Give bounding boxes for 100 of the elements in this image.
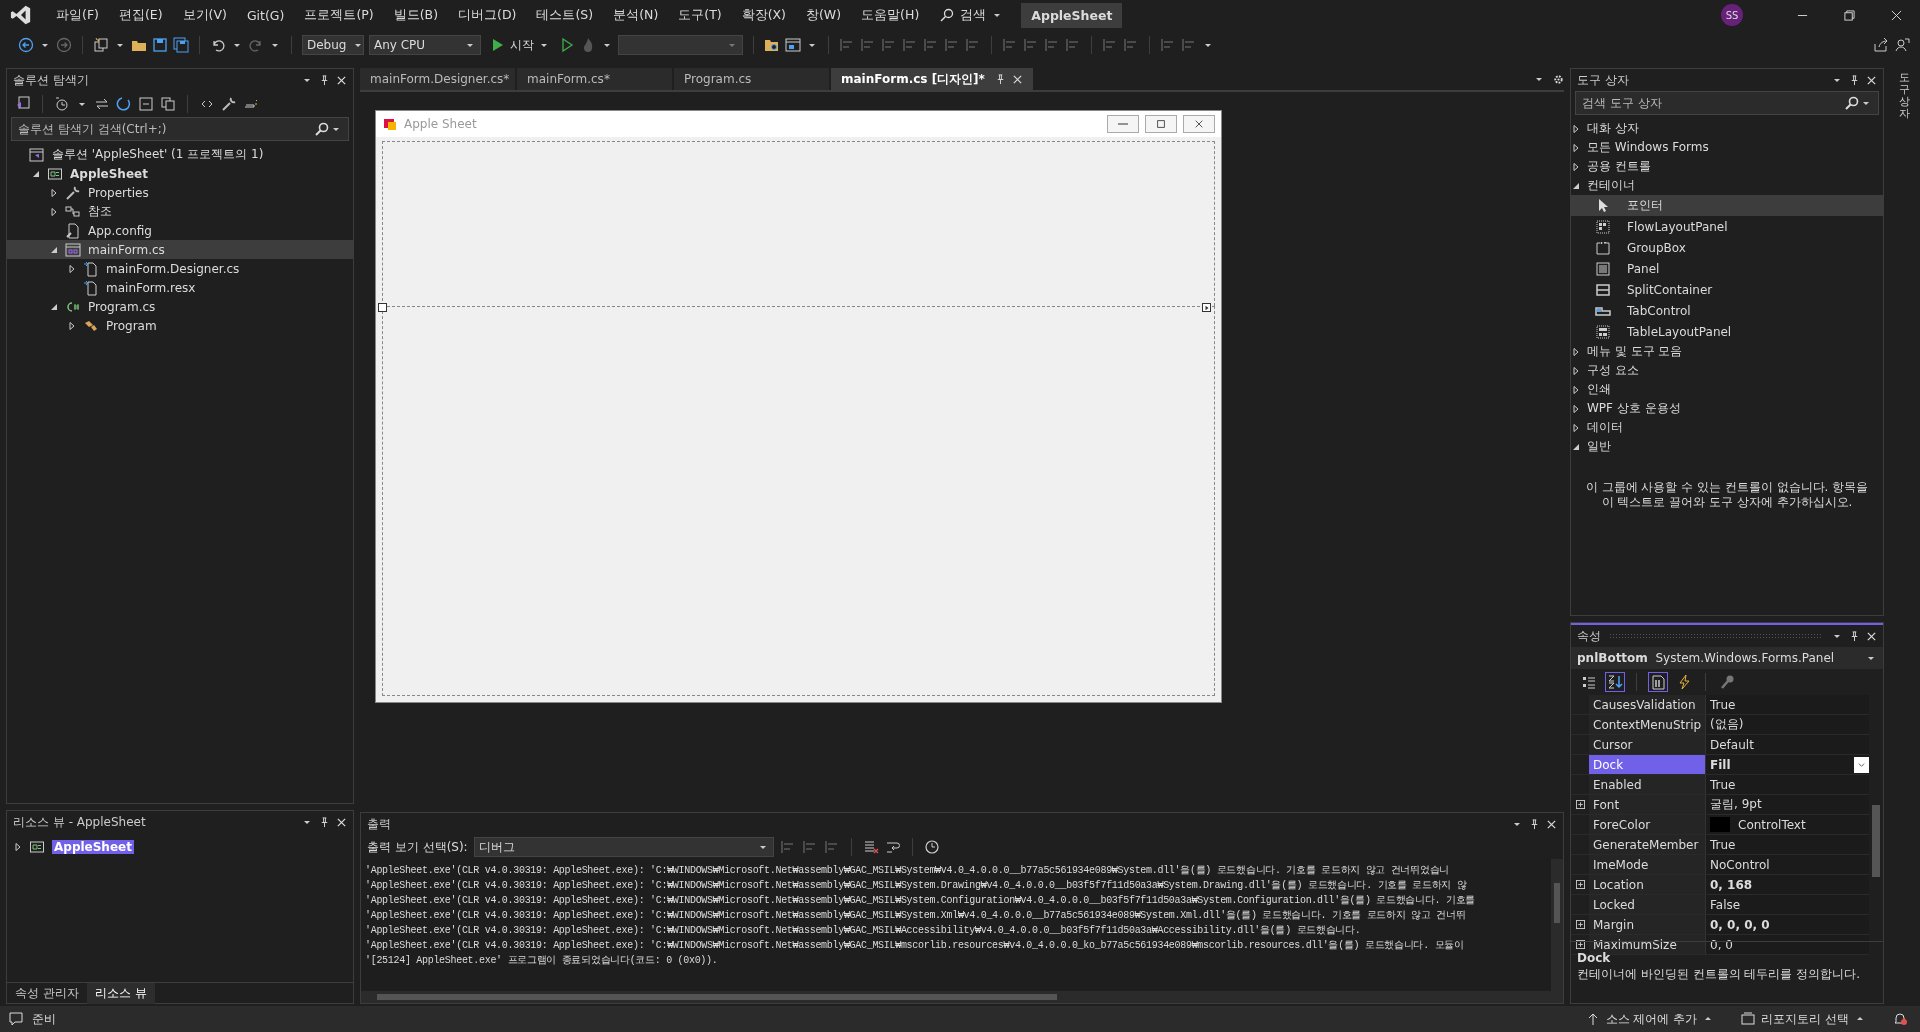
toolbox-item[interactable]: GroupBox [1627, 240, 1686, 255]
clock-icon[interactable] [923, 839, 940, 855]
search-icon[interactable] [314, 121, 330, 137]
folder-search-icon[interactable] [764, 37, 780, 53]
startup-item-dropdown[interactable] [618, 35, 743, 55]
back-icon[interactable] [18, 37, 34, 53]
caret-icon[interactable] [303, 818, 311, 826]
save-icon[interactable] [152, 37, 168, 53]
toolbox-category[interactable]: 인쇄 [1587, 381, 1611, 398]
property-name[interactable]: ContextMenuStrip [1589, 715, 1706, 734]
property-name[interactable]: Locked [1589, 895, 1706, 914]
history-icon[interactable] [54, 96, 70, 112]
property-name[interactable]: ImeMode [1589, 855, 1706, 874]
minimize-button[interactable] [1107, 115, 1139, 133]
collapsed-arrow-icon[interactable] [1571, 384, 1581, 395]
notification-icon[interactable] [1892, 1011, 1908, 1027]
toolbox-category[interactable]: WPF 상호 운용성 [1587, 400, 1681, 417]
caret-icon[interactable] [603, 41, 611, 49]
menu-item[interactable]: 도구(T) [668, 6, 732, 24]
caret-icon[interactable] [1204, 41, 1212, 49]
resize-handle[interactable] [378, 303, 387, 312]
redo-icon[interactable] [248, 37, 264, 53]
pin-icon[interactable] [1849, 630, 1860, 642]
toolbox-item[interactable]: TabControl [1627, 303, 1691, 318]
collapsed-arrow-icon[interactable] [67, 320, 77, 331]
play-outline-icon[interactable] [559, 37, 575, 53]
panel-tab[interactable]: 속성 관리자 [7, 982, 87, 1004]
start-button[interactable]: 시작 [486, 36, 554, 54]
collapse-all-icon[interactable] [138, 96, 154, 112]
caret-icon[interactable] [1535, 75, 1543, 83]
platform-dropdown[interactable]: Any CPU [369, 35, 481, 55]
save-all-icon[interactable] [173, 37, 189, 53]
pin-icon[interactable] [319, 74, 330, 86]
toolbox-category[interactable]: 모든 Windows Forms [1587, 139, 1709, 156]
search-field[interactable]: 검색 도구 상자 [1575, 91, 1879, 115]
tree-item[interactable]: AppleSheet [70, 166, 148, 181]
pin-icon[interactable] [1529, 818, 1540, 830]
menu-item[interactable]: Git(G) [236, 7, 295, 23]
collapsed-arrow-icon[interactable] [49, 206, 59, 217]
collapsed-arrow-icon[interactable] [1571, 365, 1581, 376]
wrench-icon[interactable] [221, 96, 237, 112]
menu-item[interactable]: 테스트(S) [526, 6, 604, 24]
menu-item[interactable]: 보기(V) [172, 6, 237, 24]
search-field[interactable]: 솔루션 탐색기 검색(Ctrl+;) [11, 117, 349, 141]
word-wrap-icon[interactable] [884, 839, 901, 855]
alphabetical-button[interactable] [1605, 672, 1625, 692]
property-value[interactable]: True [1710, 837, 1736, 852]
collapsed-arrow-icon[interactable] [1571, 123, 1581, 134]
collapsed-arrow-icon[interactable] [49, 187, 59, 198]
source-control-button[interactable]: 소스 제어에 추가 [1584, 1010, 1715, 1028]
solution-view-icon[interactable] [15, 96, 31, 112]
caret-icon[interactable] [41, 41, 49, 49]
toolbox-category[interactable]: 공용 컨트롤 [1587, 158, 1651, 175]
settings-icon[interactable] [1553, 73, 1564, 85]
share-icon[interactable] [1873, 37, 1889, 53]
toolbox-category[interactable]: 구성 요소 [1587, 362, 1639, 379]
close-icon[interactable] [1011, 73, 1023, 85]
restore-icon[interactable] [1844, 9, 1855, 21]
close-icon[interactable] [1866, 74, 1877, 86]
caret-icon[interactable] [271, 41, 279, 49]
repository-button[interactable]: 리포지토리 선택 [1740, 1010, 1866, 1028]
tree-item[interactable]: 솔루션 'AppleSheet' (1 프로젝트의 1) [52, 146, 264, 163]
feedback-icon[interactable] [1894, 37, 1910, 53]
toolbox-category[interactable]: 데이터 [1587, 419, 1623, 436]
property-value[interactable]: True [1710, 697, 1736, 712]
menu-item[interactable]: 디버그(D) [448, 6, 527, 24]
search-icon[interactable] [1844, 95, 1860, 111]
smart-tag-button[interactable] [1202, 303, 1211, 312]
document-tab[interactable]: mainForm.Designer.cs* [360, 68, 515, 90]
horizontal-scrollbar[interactable] [361, 991, 1563, 1003]
property-name[interactable]: ForeColor [1589, 815, 1706, 834]
property-name[interactable]: Font [1589, 795, 1706, 814]
caret-icon[interactable] [116, 41, 124, 49]
collapsed-arrow-icon[interactable] [13, 841, 23, 852]
window-icon[interactable] [785, 37, 801, 53]
toolbox-item[interactable]: SplitContainer [1627, 282, 1713, 297]
pin-icon[interactable] [1849, 74, 1860, 86]
value-dropdown-button[interactable] [1854, 756, 1869, 773]
tree-item[interactable]: AppleSheet [52, 839, 134, 854]
close-icon[interactable] [336, 816, 347, 828]
caret-icon[interactable] [78, 100, 86, 108]
toolbox-item[interactable]: Panel [1627, 261, 1660, 276]
tree-item[interactable]: 참조 [88, 203, 112, 220]
new-project-icon[interactable] [93, 37, 109, 53]
property-value[interactable]: True [1710, 777, 1736, 792]
collapsed-arrow-icon[interactable] [67, 263, 77, 274]
menu-item[interactable]: 편집(E) [108, 6, 173, 24]
configuration-dropdown[interactable]: Debug [302, 35, 364, 55]
avatar[interactable]: SS [1721, 4, 1743, 26]
copy-icon[interactable] [160, 96, 176, 112]
collapsed-arrow-icon[interactable] [1571, 161, 1581, 172]
close-button[interactable] [1183, 115, 1215, 133]
collapsed-arrow-icon[interactable] [1571, 346, 1581, 357]
toolbox-category[interactable]: 대화 상자 [1587, 120, 1639, 137]
toolbox-item[interactable]: FlowLayoutPanel [1627, 219, 1728, 234]
menu-item[interactable]: 프로젝트(P) [294, 6, 384, 24]
property-name[interactable]: Cursor [1589, 735, 1706, 754]
sync-icon[interactable] [94, 96, 110, 112]
caret-icon[interactable] [1513, 820, 1521, 828]
pin-icon[interactable] [319, 816, 330, 828]
